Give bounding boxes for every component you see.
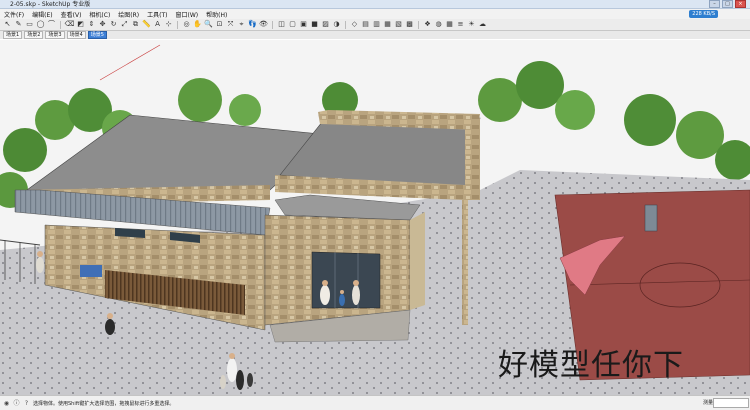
scene-tab-2[interactable]: 场景2 bbox=[24, 31, 44, 39]
network-speed-badge: 228 KB/S bbox=[689, 10, 718, 18]
select-icon[interactable]: ↖ bbox=[3, 20, 12, 29]
section-plane-icon[interactable]: ◫ bbox=[277, 20, 286, 29]
toolbar-separator bbox=[418, 20, 419, 29]
title-bar: 2-05.skp - SketchUp 专业版 – □ × bbox=[0, 0, 750, 9]
text-icon[interactable]: A bbox=[153, 20, 162, 29]
walk-icon[interactable]: 👣 bbox=[248, 20, 257, 29]
layers-icon[interactable]: ≡ bbox=[456, 20, 465, 29]
toolbar-separator bbox=[60, 20, 61, 29]
look-around-icon[interactable]: 👁 bbox=[259, 20, 268, 29]
geo-location-icon[interactable]: ◉ bbox=[3, 400, 10, 407]
toolbar-separator bbox=[345, 20, 346, 29]
window-title: 2-05.skp - SketchUp 专业版 bbox=[10, 1, 91, 8]
front-view-icon[interactable]: ▥ bbox=[372, 20, 381, 29]
hidden-line-icon[interactable]: ▣ bbox=[299, 20, 308, 29]
wireframe-icon[interactable]: ▢ bbox=[288, 20, 297, 29]
axes-icon[interactable]: ⊹ bbox=[164, 20, 173, 29]
instructor-icon[interactable]: ? bbox=[23, 400, 30, 407]
status-hint: 选择物体。使用Shift键扩大选择范围，拖拽鼠标进行多重选择。 bbox=[33, 400, 175, 407]
menu-edit[interactable]: 编辑(E) bbox=[28, 10, 56, 19]
eraser-icon[interactable]: ⌫ bbox=[65, 20, 75, 29]
rectangle-icon[interactable]: ▭ bbox=[25, 20, 34, 29]
arc-icon[interactable]: ⌒ bbox=[47, 20, 56, 29]
measurements-input[interactable] bbox=[713, 398, 749, 408]
monochrome-icon[interactable]: ◑ bbox=[332, 20, 341, 29]
circle-icon[interactable]: ◯ bbox=[36, 20, 45, 29]
textured-icon[interactable]: ▨ bbox=[321, 20, 330, 29]
pencil-icon[interactable]: ✎ bbox=[14, 20, 23, 29]
scene-tab-5[interactable]: 场景5 bbox=[87, 31, 107, 39]
maximize-button[interactable]: □ bbox=[722, 0, 733, 8]
minimize-button[interactable]: – bbox=[709, 0, 720, 8]
rotate-icon[interactable]: ↻ bbox=[109, 20, 118, 29]
styles-icon[interactable]: ▦ bbox=[445, 20, 454, 29]
orbit-icon[interactable]: ◎ bbox=[182, 20, 191, 29]
top-view-icon[interactable]: ▤ bbox=[361, 20, 370, 29]
shadows-icon[interactable]: ☀ bbox=[467, 20, 476, 29]
scene-tab-3[interactable]: 场景3 bbox=[45, 31, 65, 39]
components-icon[interactable]: ❖ bbox=[423, 20, 432, 29]
push-pull-icon[interactable]: ⇕ bbox=[87, 20, 96, 29]
menu-window[interactable]: 窗口(W) bbox=[172, 10, 203, 19]
pan-icon[interactable]: ✋ bbox=[193, 20, 202, 29]
fog-icon[interactable]: ☁ bbox=[478, 20, 487, 29]
zoom-extents-icon[interactable]: ⤧ bbox=[226, 20, 235, 29]
scene-tab-1[interactable]: 场景1 bbox=[3, 31, 23, 39]
toolbar-separator bbox=[272, 20, 273, 29]
materials-icon[interactable]: ◍ bbox=[434, 20, 443, 29]
status-bar: ◉ ⓘ ? 选择物体。使用Shift键扩大选择范围，拖拽鼠标进行多重选择。 测量 bbox=[0, 395, 750, 410]
window-controls: – □ × bbox=[709, 0, 746, 8]
close-button[interactable]: × bbox=[735, 0, 746, 8]
back-view-icon[interactable]: ▧ bbox=[394, 20, 403, 29]
camera-position-icon[interactable]: ⌖ bbox=[237, 20, 246, 29]
menu-help[interactable]: 帮助(H) bbox=[202, 10, 231, 19]
tape-measure-icon[interactable]: 📏 bbox=[142, 20, 151, 29]
menu-tools[interactable]: 工具(T) bbox=[143, 10, 171, 19]
move-icon[interactable]: ✥ bbox=[98, 20, 107, 29]
watermark-text: 好模型任你下 bbox=[498, 348, 684, 383]
toolbar-separator bbox=[177, 20, 178, 29]
iso-view-icon[interactable]: ◇ bbox=[350, 20, 359, 29]
paint-bucket-icon[interactable]: ◩ bbox=[76, 20, 85, 29]
scale-icon[interactable]: ⤢ bbox=[120, 20, 129, 29]
zoom-icon[interactable]: 🔍 bbox=[204, 20, 213, 29]
measurements-label: 测量 bbox=[702, 400, 713, 406]
right-view-icon[interactable]: ▦ bbox=[383, 20, 392, 29]
scene-tab-4[interactable]: 场景4 bbox=[66, 31, 86, 39]
menu-file[interactable]: 文件(F) bbox=[0, 10, 28, 19]
left-view-icon[interactable]: ▩ bbox=[405, 20, 414, 29]
menu-view[interactable]: 查看(V) bbox=[57, 10, 86, 19]
main-toolbar: ↖ ✎ ▭ ◯ ⌒ ⌫ ◩ ⇕ ✥ ↻ ⤢ ⧉ 📏 A ⊹ ◎ ✋ 🔍 ⊡ ⤧ ⌖ 👣 👁 ◫ ▢ ▣ ■ ▨ ◑ ◇ ▤ ▥ ▦ ▧ ▩ ❖ ◍ ▦ ≡ ☀… bbox=[0, 19, 750, 31]
shaded-icon[interactable]: ■ bbox=[310, 20, 319, 29]
offset-icon[interactable]: ⧉ bbox=[131, 20, 140, 29]
scene-tabs: 场景1 场景2 场景3 场景4 场景5 bbox=[0, 31, 750, 39]
menu-draw[interactable]: 绘图(R) bbox=[114, 10, 143, 19]
menu-camera[interactable]: 相机(C) bbox=[85, 10, 114, 19]
menu-bar: 文件(F) 编辑(E) 查看(V) 相机(C) 绘图(R) 工具(T) 窗口(W… bbox=[0, 9, 750, 19]
zoom-window-icon[interactable]: ⊡ bbox=[215, 20, 224, 29]
credits-icon[interactable]: ⓘ bbox=[13, 400, 20, 407]
